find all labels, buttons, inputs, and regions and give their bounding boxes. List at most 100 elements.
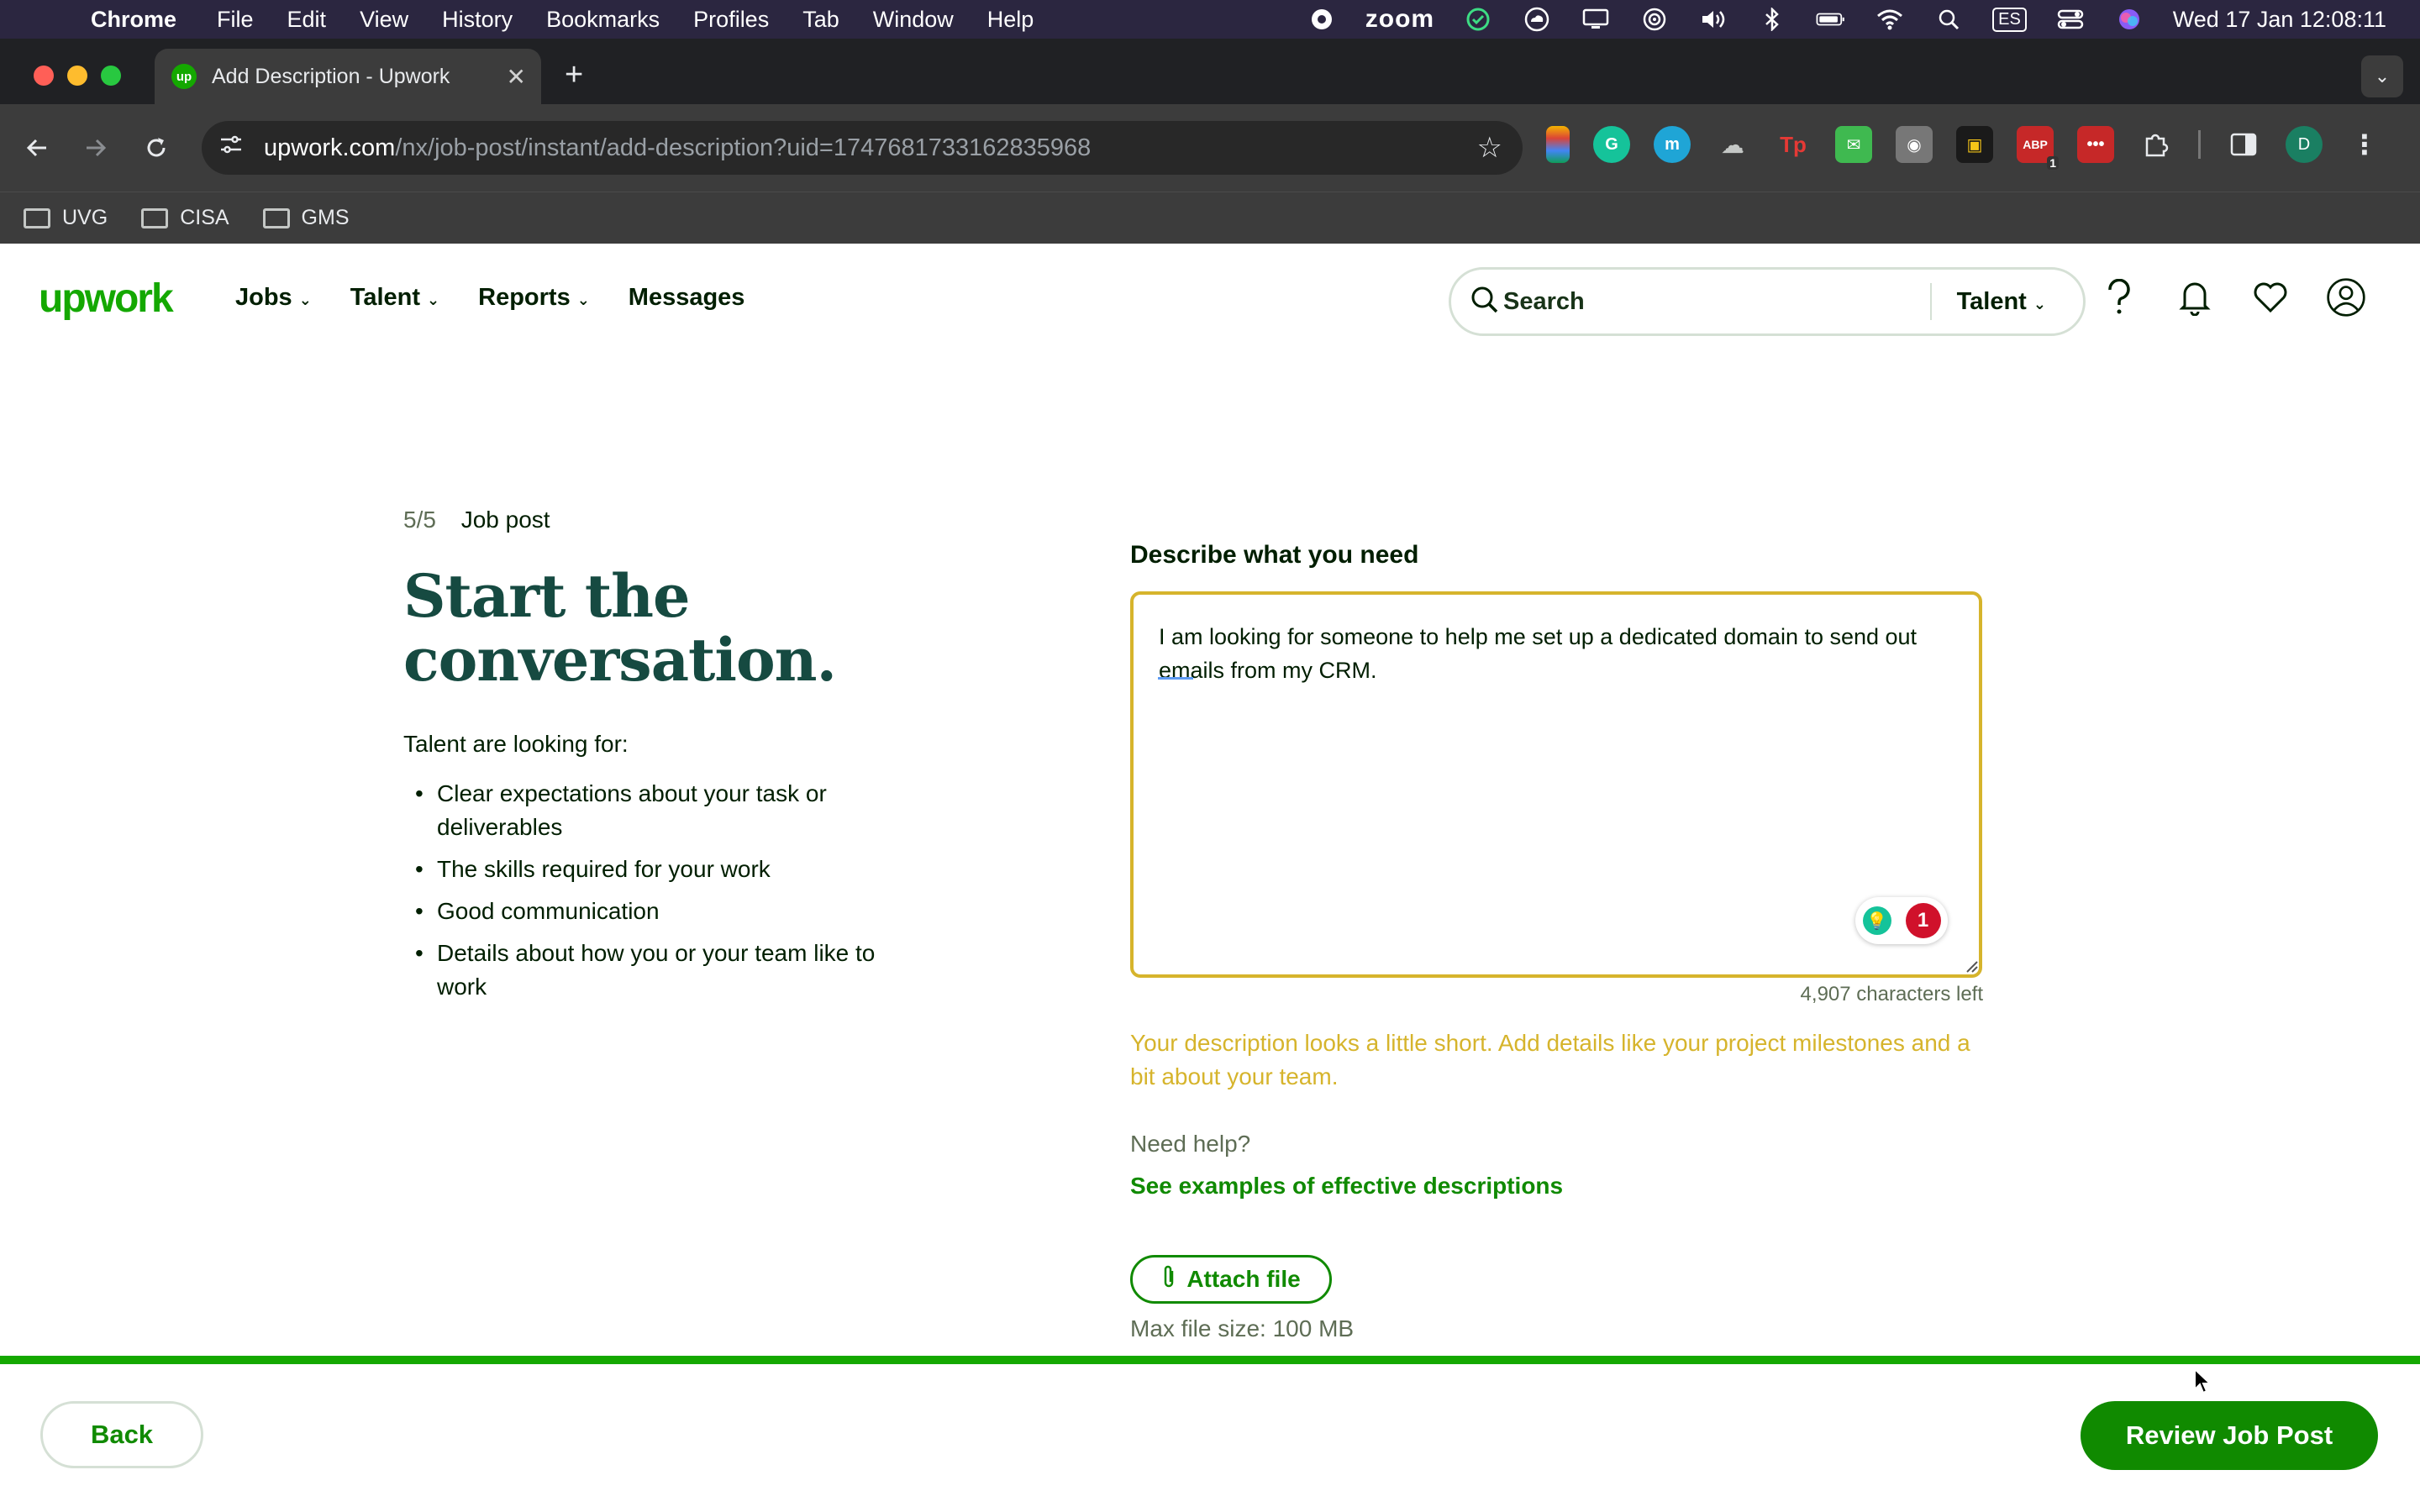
menubar-clock[interactable]: Wed 17 Jan 12:08:11	[2173, 7, 2386, 33]
mail-extension-icon[interactable]: ✉	[1835, 126, 1872, 163]
nav-messages[interactable]: Messages	[629, 284, 745, 312]
search-bar[interactable]: Search Talent ⌄	[1449, 267, 2086, 336]
siri-icon[interactable]	[2114, 8, 2144, 31]
tab-search-chevron-icon[interactable]: ⌄	[2361, 55, 2403, 97]
google-sheets-extension-icon[interactable]	[1546, 126, 1570, 163]
extension-badge: 1	[2047, 156, 2059, 170]
need-help-text: Need help?	[1130, 1131, 1251, 1157]
review-job-post-button[interactable]: Review Job Post	[2081, 1401, 2378, 1470]
airdrop-icon[interactable]	[1639, 8, 1670, 31]
box-extension-icon[interactable]: ▣	[1956, 126, 1993, 163]
back-button[interactable]: Back	[40, 1401, 203, 1468]
help-icon[interactable]	[2099, 277, 2139, 318]
tips-list: Clear expectations about your task or de…	[403, 777, 908, 1012]
menu-history[interactable]: History	[442, 7, 513, 33]
search-icon	[1470, 285, 1503, 319]
menu-file[interactable]: File	[217, 7, 254, 33]
extensions-row: G m ☁ Tp ✉ ◉ ▣ ABP 1 ••• D ⋮	[1546, 126, 2383, 170]
forward-arrow-icon[interactable]	[74, 126, 118, 170]
site-info-icon[interactable]	[218, 134, 247, 162]
nav-talent[interactable]: Talent ⌄	[350, 284, 439, 312]
notifications-bell-icon[interactable]	[2175, 277, 2215, 318]
grammarly-extension-icon[interactable]: G	[1593, 126, 1630, 163]
attach-file-label: Attach file	[1186, 1266, 1301, 1292]
profile-avatar[interactable]: D	[2286, 126, 2323, 163]
nav-reports[interactable]: Reports ⌄	[478, 284, 590, 312]
display-icon[interactable]	[1581, 8, 1611, 31]
volume-icon[interactable]	[1698, 8, 1728, 31]
puzzle-extensions-icon[interactable]	[2138, 126, 2175, 163]
window-zoom-button[interactable]	[101, 66, 121, 86]
address-bar[interactable]: upwork.com/nx/job-post/instant/add-descr…	[202, 121, 1523, 175]
nav-jobs-label: Jobs	[235, 284, 292, 311]
m-extension-icon[interactable]: m	[1654, 126, 1691, 163]
wifi-icon[interactable]	[1875, 8, 1905, 31]
max-file-size-text: Max file size: 100 MB	[1130, 1315, 1355, 1341]
footer-bar: Back Review Job Post	[0, 1364, 2420, 1512]
main-nav: Jobs ⌄ Talent ⌄ Reports ⌄ Messages	[235, 284, 744, 312]
search-scope-dropdown[interactable]: Talent ⌄	[1932, 288, 2083, 316]
input-source-badge[interactable]: ES	[1992, 7, 2027, 32]
reload-icon[interactable]	[134, 126, 178, 170]
bluetooth-icon[interactable]	[1757, 8, 1787, 31]
menu-window[interactable]: Window	[873, 7, 954, 33]
textarea-resize-handle[interactable]	[1963, 958, 1978, 973]
check-circle-icon[interactable]	[1463, 8, 1493, 31]
dots-extension-icon[interactable]: •••	[2077, 126, 2114, 163]
toolbar-divider	[2198, 126, 2202, 163]
description-label: Describe what you need	[1130, 541, 1419, 569]
cloud-icon[interactable]	[1522, 7, 1552, 32]
window-close-button[interactable]	[34, 66, 54, 86]
description-textarea[interactable]	[1130, 591, 1982, 978]
account-avatar-icon[interactable]	[2326, 277, 2366, 318]
menu-help[interactable]: Help	[987, 7, 1034, 33]
search-scope-label: Talent	[1956, 287, 2027, 315]
step-number: 5/5	[403, 507, 436, 533]
saved-heart-icon[interactable]	[2250, 277, 2291, 318]
folder-icon	[141, 207, 169, 228]
characters-left-counter: 4,907 characters left	[1800, 983, 1983, 1005]
bookmark-folder-uvg[interactable]: UVG	[24, 206, 108, 230]
window-minimize-button[interactable]	[67, 66, 87, 86]
spotlight-search-icon[interactable]	[1933, 8, 1964, 31]
chevron-down-icon: ⌄	[576, 291, 590, 308]
bookmark-folder-cisa[interactable]: CISA	[141, 206, 229, 230]
search-input[interactable]: Search	[1503, 288, 1930, 316]
attach-file-button[interactable]: Attach file	[1130, 1255, 1332, 1304]
menu-edit[interactable]: Edit	[287, 7, 327, 33]
tab-title: Add Description - Upwork	[212, 64, 450, 88]
new-tab-icon[interactable]: +	[565, 57, 583, 93]
abp-extension-icon[interactable]: ABP 1	[2017, 126, 2059, 170]
record-icon[interactable]	[1307, 8, 1337, 31]
side-panel-icon[interactable]	[2225, 126, 2262, 163]
upwork-logo[interactable]: upwork	[39, 276, 174, 322]
grammarly-widget[interactable]: 💡 1	[1855, 897, 1948, 944]
app-menu: Chrome File Edit View History Bookmarks …	[91, 7, 1067, 33]
bookmark-star-icon[interactable]: ☆	[1477, 131, 1502, 165]
menu-tab[interactable]: Tab	[802, 7, 839, 33]
control-center-icon[interactable]	[2055, 8, 2086, 31]
menu-profiles[interactable]: Profiles	[693, 7, 769, 33]
mouse-cursor-icon	[2193, 1367, 2212, 1394]
chrome-menu-icon[interactable]: ⋮	[2346, 126, 2383, 163]
tip-item: Clear expectations about your task or de…	[403, 777, 908, 844]
back-arrow-icon[interactable]	[15, 126, 59, 170]
bookmark-folder-gms[interactable]: GMS	[262, 206, 350, 230]
tp-extension-icon[interactable]: Tp	[1775, 126, 1812, 163]
menu-bookmarks[interactable]: Bookmarks	[546, 7, 660, 33]
tab-close-icon[interactable]: ✕	[507, 63, 526, 91]
zoom-status[interactable]: zoom	[1365, 5, 1434, 34]
menu-app-name[interactable]: Chrome	[91, 7, 176, 33]
bookmark-label: GMS	[301, 206, 350, 229]
battery-icon[interactable]	[1816, 8, 1846, 31]
menu-view[interactable]: View	[360, 7, 408, 33]
cloud-extension-icon[interactable]: ☁	[1714, 126, 1751, 163]
examples-link[interactable]: See examples of effective descriptions	[1130, 1173, 1563, 1200]
paperclip-icon	[1161, 1264, 1176, 1295]
browser-tab-active[interactable]: up Add Description - Upwork ✕	[155, 49, 541, 104]
job-post-progress-bar	[0, 1356, 2420, 1364]
nav-jobs[interactable]: Jobs ⌄	[235, 284, 312, 312]
step-indicator: 5/5 Job post	[403, 507, 550, 533]
upwork-favicon: up	[171, 64, 197, 89]
camera-extension-icon[interactable]: ◉	[1896, 126, 1933, 163]
